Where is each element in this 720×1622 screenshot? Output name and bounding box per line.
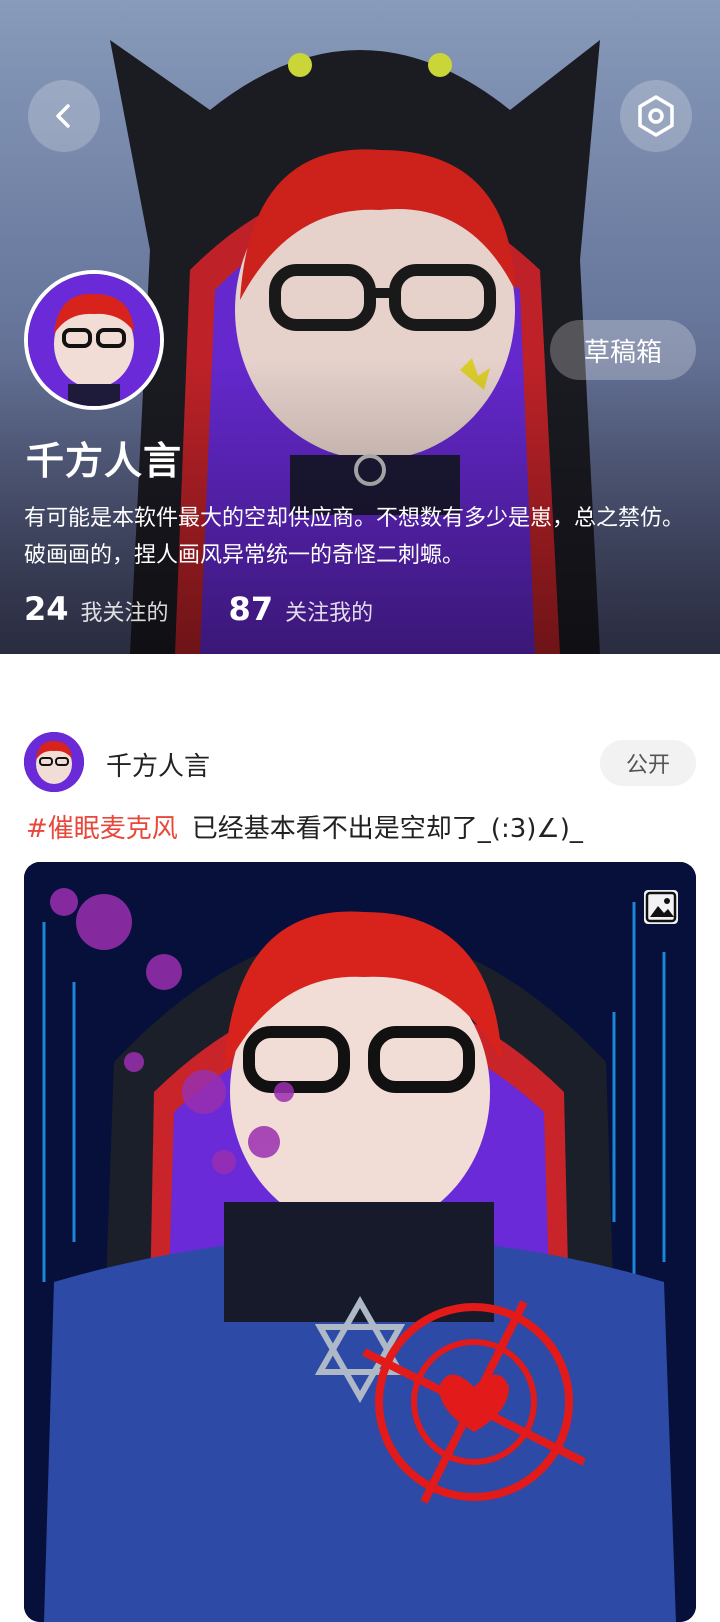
post-text: 已经基本看不出是空却了_(:3)∠)_: [191, 814, 583, 844]
image-icon: [644, 890, 678, 924]
post-author-name[interactable]: 千方人言: [106, 746, 210, 783]
profile-avatar[interactable]: [24, 270, 164, 410]
picture-glyph: [645, 891, 677, 923]
post-caption: #催眠麦克风 已经基本看不出是空却了_(:3)∠)_: [26, 808, 583, 845]
back-button[interactable]: [28, 80, 100, 152]
post-author-avatar[interactable]: [24, 732, 84, 792]
post-hashtag[interactable]: #催眠麦克风: [26, 814, 178, 844]
settings-button[interactable]: [620, 80, 692, 152]
profile-cover: 草稿箱 千方人言 有可能是本软件最大的空却供应商。不想数有多少是崽，总之禁仿。破…: [0, 0, 720, 654]
following-stat[interactable]: 24 我关注的: [24, 590, 169, 628]
followers-label: 关注我的: [285, 601, 374, 626]
profile-nickname: 千方人言: [26, 439, 183, 483]
profile-stats: 24 我关注的 87 关注我的: [24, 590, 433, 628]
chevron-left-icon: [56, 104, 70, 128]
following-label: 我关注的: [80, 601, 169, 626]
avatar-image: [28, 274, 160, 406]
visibility-badge[interactable]: 公开: [600, 740, 696, 786]
post-header: 千方人言 公开: [24, 732, 696, 794]
post-illustration: [24, 862, 696, 1622]
hexagon-icon: [638, 95, 674, 137]
following-count: 24: [24, 590, 69, 628]
profile-bio: 有可能是本软件最大的空却供应商。不想数有多少是崽，总之禁仿。破画画的，捏人画风异…: [24, 506, 685, 568]
avatar-image: [24, 732, 84, 792]
drafts-button[interactable]: 草稿箱: [550, 320, 696, 380]
followers-stat[interactable]: 87 关注我的: [229, 590, 374, 628]
post-image[interactable]: [24, 862, 696, 1622]
followers-count: 87: [228, 590, 274, 628]
